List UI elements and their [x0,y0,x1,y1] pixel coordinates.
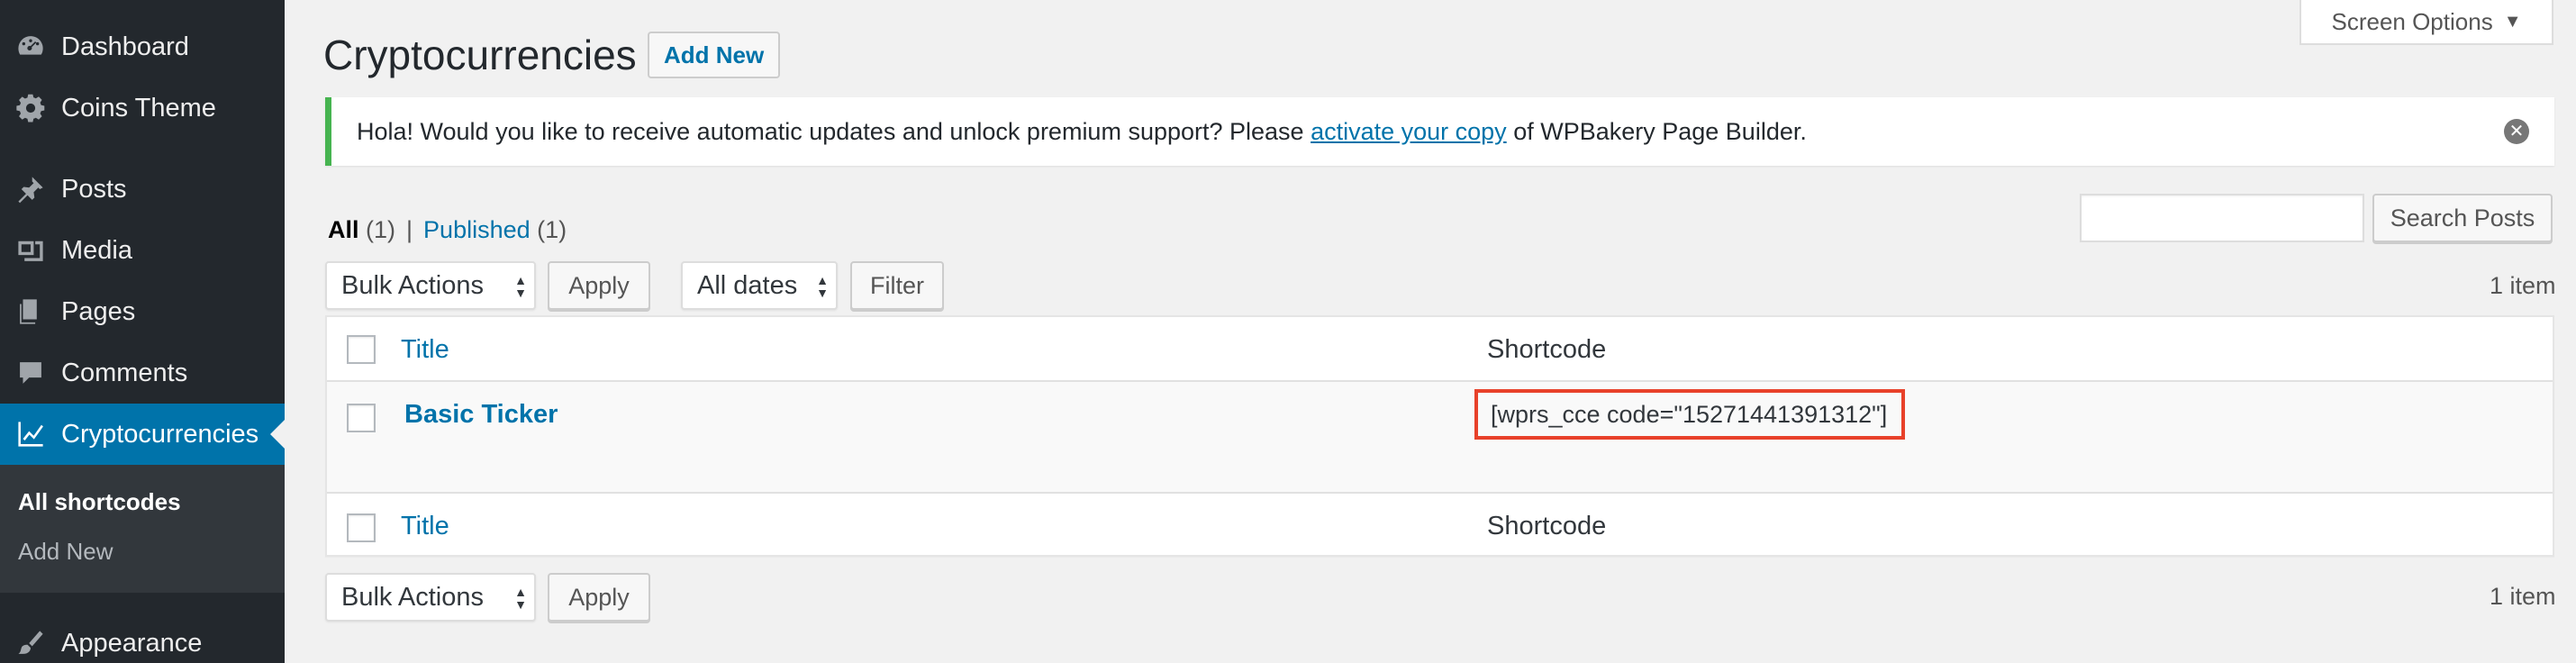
sidebar-item-coins-theme[interactable]: Coins Theme [0,77,285,139]
notice-text-before: Hola! Would you like to receive automati… [357,117,1311,145]
screen-options-label: Screen Options [2331,7,2493,35]
select-arrows-icon: ▲ ▼ [514,273,527,300]
chart-line-icon [0,404,61,465]
table-row: Basic Ticker [wprs_cce code="15271441391… [327,382,2553,492]
admin-sidebar: Dashboard Coins Theme Posts Media Pages … [0,0,285,663]
apply-button-top[interactable]: Apply [548,261,650,310]
row-checkbox[interactable] [347,404,376,432]
select-arrows-icon: ▲ ▼ [514,585,527,612]
select-all-checkbox-footer[interactable] [347,513,376,542]
sidebar-item-dashboard[interactable]: Dashboard [0,16,285,77]
apply-button-bottom[interactable]: Apply [548,573,650,622]
screen-options-button[interactable]: Screen Options ▼ [2299,0,2553,45]
bulk-actions-value: Bulk Actions [341,582,484,612]
shortcode-text: [wprs_cce code="15271441391312"] [1491,400,1888,428]
view-all-count: (1) [366,216,396,243]
activate-link[interactable]: activate your copy [1311,118,1507,146]
sidebar-item-media[interactable]: Media [0,220,285,281]
submenu-item-all-shortcodes[interactable]: All shortcodes [18,488,181,516]
dates-value: All dates [697,270,798,300]
column-footer-shortcode: Shortcode [1487,512,1607,540]
bulk-actions-select-bottom[interactable]: Bulk Actions ▲ ▼ [325,573,536,622]
search-input[interactable] [2080,194,2364,242]
view-all-link[interactable]: All [328,216,359,243]
row-shortcode[interactable]: [wprs_cce code="15271441391312"] [1474,389,1905,440]
comment-icon [0,342,61,404]
sidebar-item-posts[interactable]: Posts [0,159,285,220]
sidebar-item-label: Media [61,235,132,265]
row-title-link[interactable]: Basic Ticker [404,400,558,430]
bulk-actions-select-top[interactable]: Bulk Actions ▲ ▼ [325,261,536,310]
sidebar-item-label: Cryptocurrencies [61,419,259,449]
view-published-link[interactable]: Published [423,216,531,243]
add-new-button[interactable]: Add New [648,32,781,78]
sidebar-item-cryptocurrencies[interactable]: Cryptocurrencies [0,404,285,465]
filter-button[interactable]: Filter [850,261,944,310]
sidebar-item-label: Appearance [61,628,203,658]
post-status-views: All (1) | Published (1) [328,216,567,244]
table-footer: Title Shortcode [327,492,2553,557]
dismiss-icon[interactable]: ✕ [2504,119,2529,144]
items-count-bottom: 1 item [2490,583,2556,610]
page-title: Cryptocurrencies [323,32,637,78]
posts-table: Title Shortcode Basic Ticker [wprs_cce c… [325,315,2554,557]
submenu-item-add-new[interactable]: Add New [18,538,113,566]
paintbrush-icon [0,613,61,663]
dashboard-icon [0,16,61,77]
sidebar-item-label: Comments [61,358,188,387]
caret-down-icon: ▼ [2503,11,2522,32]
pushpin-icon [0,159,61,220]
view-separator: | [406,216,413,243]
sidebar-item-label: Dashboard [61,32,189,61]
column-header-title[interactable]: Title [401,335,449,365]
table-header: Title Shortcode [327,317,2553,382]
sidebar-item-label: Pages [61,296,136,326]
view-published-count: (1) [537,216,567,243]
sidebar-item-label: Posts [61,174,127,204]
bulk-actions-value: Bulk Actions [341,270,484,300]
dates-filter-select[interactable]: All dates ▲ ▼ [681,261,838,310]
sidebar-item-comments[interactable]: Comments [0,342,285,404]
column-header-shortcode: Shortcode [1487,335,1607,364]
select-arrows-icon: ▲ ▼ [816,273,829,300]
select-all-checkbox[interactable] [347,335,376,364]
column-footer-title[interactable]: Title [401,512,449,541]
sidebar-item-label: Coins Theme [61,93,216,123]
search-posts-button[interactable]: Search Posts [2372,194,2553,242]
active-indicator [270,420,285,449]
notice-text-after: of WPBakery Page Builder. [1506,117,1807,145]
update-notice: Hola! Would you like to receive automati… [325,97,2554,166]
media-icon [0,220,61,281]
sidebar-item-appearance[interactable]: Appearance [0,613,285,663]
cryptocurrencies-submenu: All shortcodes Add New [0,465,285,593]
sidebar-item-pages[interactable]: Pages [0,281,285,342]
gear-icon [0,77,61,139]
pages-icon [0,281,61,342]
items-count-top: 1 item [2490,272,2556,299]
